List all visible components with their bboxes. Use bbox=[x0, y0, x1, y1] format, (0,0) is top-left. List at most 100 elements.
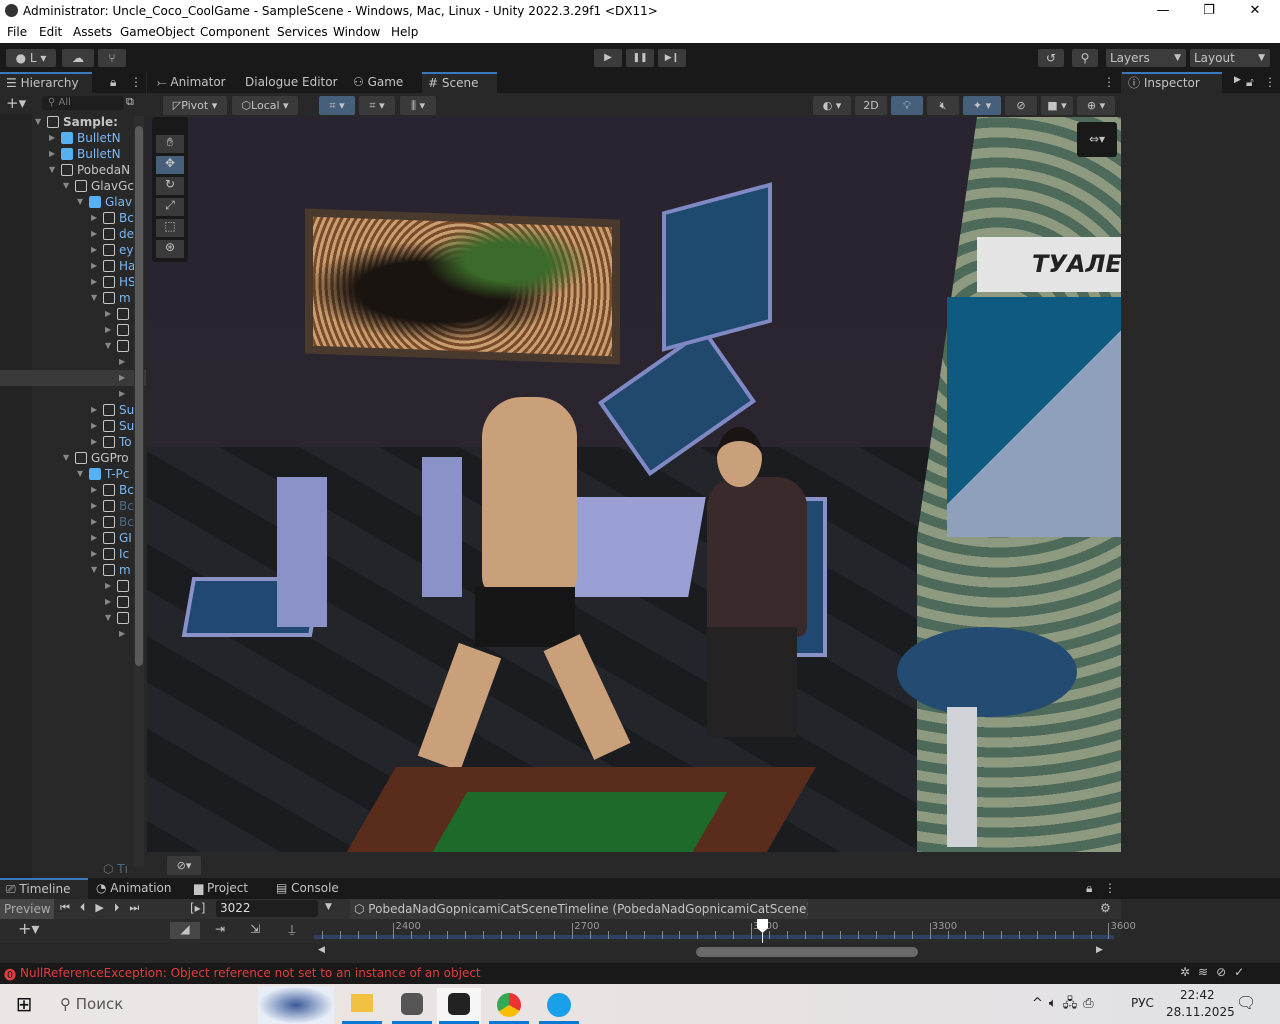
expand-arrow-icon[interactable]: ▼ bbox=[63, 450, 69, 466]
expand-arrow-icon[interactable]: ▶ bbox=[105, 594, 111, 610]
tab-timeline[interactable]: ⎚ Timeline bbox=[0, 878, 88, 899]
hierarchy-item[interactable]: ▼ Glav bbox=[0, 194, 146, 210]
pause-button[interactable]: ❚❚ bbox=[626, 49, 654, 67]
play-button[interactable]: ▶ bbox=[594, 49, 622, 67]
hierarchy-search-input[interactable]: ⚲ All bbox=[42, 96, 124, 110]
add-track-button[interactable]: +▾ bbox=[18, 919, 39, 938]
hierarchy-item[interactable]: ▶ bbox=[0, 386, 146, 402]
expand-arrow-icon[interactable]: ▶ bbox=[91, 226, 97, 242]
2d-toggle[interactable]: 2D bbox=[855, 96, 887, 115]
unity-hub-icon[interactable] bbox=[390, 988, 434, 1024]
more-icon[interactable]: ⋮ bbox=[130, 75, 142, 89]
expand-arrow-icon[interactable]: ▶ bbox=[105, 322, 111, 338]
account-dropdown[interactable]: ● L ▾ bbox=[6, 49, 56, 67]
app-icon[interactable] bbox=[537, 988, 581, 1024]
timeline-dropdown[interactable]: ▼ bbox=[325, 902, 332, 912]
menu-component[interactable]: Component bbox=[200, 25, 270, 39]
notifications-icon[interactable]: 🗨︎ bbox=[1236, 993, 1256, 1012]
hierarchy-item[interactable]: ▶ Bc bbox=[0, 210, 146, 226]
tab-project[interactable]: ▆ Project bbox=[188, 878, 254, 899]
frame-input[interactable]: 3022 bbox=[216, 900, 318, 917]
replace-mode-icon[interactable]: ⇲ bbox=[240, 922, 270, 936]
hierarchy-item[interactable]: ▶ To bbox=[0, 434, 146, 450]
layers-dropdown[interactable]: Layers ▼ bbox=[1106, 49, 1186, 67]
start-button[interactable]: ⊞ bbox=[0, 984, 48, 1024]
expand-arrow-icon[interactable]: ▶ bbox=[105, 578, 111, 594]
tab-animator[interactable]: ⤚ Animator bbox=[151, 72, 232, 93]
more-icon[interactable]: ⋮ bbox=[1264, 75, 1276, 89]
hierarchy-item[interactable]: ▶ Bc bbox=[0, 514, 146, 530]
scene-viewport[interactable]: ТУАЛЕТ ✋︎ ✥ ↻ ⤢ ⬚ ⊛ ⇔▾ bbox=[147, 117, 1121, 852]
hierarchy-item[interactable]: ▼ m bbox=[0, 562, 146, 578]
tab-game[interactable]: ⚇ Game bbox=[347, 72, 409, 93]
menu-edit[interactable]: Edit bbox=[39, 25, 62, 39]
expand-arrow-icon[interactable]: ▼ bbox=[49, 162, 55, 178]
version-control-icon[interactable]: ⑂ bbox=[98, 49, 126, 67]
rect-tool[interactable]: ⬚ bbox=[156, 219, 184, 237]
menu-assets[interactable]: Assets bbox=[73, 25, 112, 39]
hierarchy-item[interactable]: ▶ Ha bbox=[0, 258, 146, 274]
hierarchy-item[interactable]: ▼ m bbox=[0, 290, 146, 306]
maximize-button[interactable]: ❐ bbox=[1186, 0, 1232, 22]
expand-arrow-icon[interactable]: ▼ bbox=[63, 178, 69, 194]
hierarchy-item[interactable]: ▼ PobedaN bbox=[0, 162, 146, 178]
expand-arrow-icon[interactable]: ▶ bbox=[91, 402, 97, 418]
expand-arrow-icon[interactable]: ▶ bbox=[91, 418, 97, 434]
menu-window[interactable]: Window bbox=[333, 25, 380, 39]
expand-arrow-icon[interactable]: ▶ bbox=[91, 514, 97, 530]
hierarchy-item[interactable]: ▼ T-Pc bbox=[0, 466, 146, 482]
playhead[interactable] bbox=[757, 919, 769, 943]
search-icon[interactable]: ⚲ bbox=[1072, 49, 1098, 67]
expand-arrow-icon[interactable]: ▶ bbox=[91, 546, 97, 562]
close-button[interactable]: ✕ bbox=[1232, 0, 1278, 22]
tab-hierarchy[interactable]: ☰ Hierarchy bbox=[0, 72, 92, 93]
timeline-ruler[interactable]: 24002700300033003600 bbox=[314, 919, 1136, 943]
lock-icon[interactable]: 🔒︎ bbox=[110, 75, 116, 90]
hierarchy-item[interactable]: ▼ bbox=[0, 338, 146, 354]
timeline-scrollbar[interactable]: ◀ ▶ bbox=[314, 945, 1114, 960]
hierarchy-item[interactable]: ▶ GI bbox=[0, 530, 146, 546]
lighting-toggle[interactable]: 💡︎ bbox=[891, 96, 923, 115]
add-button[interactable]: +▾ bbox=[6, 94, 26, 112]
expand-arrow-icon[interactable]: ▶ bbox=[119, 370, 125, 386]
hierarchy-item[interactable]: ▶ HS bbox=[0, 274, 146, 290]
pin-icon[interactable]: ⍊ bbox=[282, 922, 302, 937]
audio-toggle[interactable]: 🔇︎ bbox=[927, 96, 959, 115]
tab-console[interactable]: ▤ Console bbox=[270, 878, 345, 899]
tab-dialogue-editor[interactable]: Dialogue Editor bbox=[239, 72, 344, 93]
hierarchy-item[interactable]: ▶ BulletN bbox=[0, 130, 146, 146]
expand-arrow-icon[interactable]: ▼ bbox=[91, 290, 97, 306]
expand-arrow-icon[interactable]: ▶ bbox=[119, 626, 125, 642]
hierarchy-item[interactable]: ▼ Sample: bbox=[0, 114, 146, 130]
expand-arrow-icon[interactable]: ▼ bbox=[91, 562, 97, 578]
lock-icon[interactable]: 🔓︎ bbox=[1246, 75, 1254, 90]
language-indicator[interactable]: РУС bbox=[1131, 996, 1154, 1010]
menu-file[interactable]: File bbox=[7, 25, 27, 39]
expand-arrow-icon[interactable]: ▶ bbox=[91, 242, 97, 258]
hand-tool[interactable]: ✋︎ bbox=[156, 135, 184, 153]
hierarchy-last-item[interactable]: ⬡ Tı bbox=[103, 862, 128, 876]
more-icon[interactable]: ⋮ bbox=[1104, 881, 1116, 895]
gear-icon[interactable]: ⚙ bbox=[1100, 901, 1111, 915]
grid-snap-button[interactable]: ⌗ ▾ bbox=[319, 96, 355, 115]
chrome-icon[interactable] bbox=[487, 988, 531, 1024]
menu-help[interactable]: Help bbox=[391, 25, 418, 39]
expand-arrow-icon[interactable]: ▶ bbox=[91, 482, 97, 498]
gizmos-dropdown[interactable]: ⊕ ▾ bbox=[1077, 96, 1115, 115]
clock-time[interactable]: 22:42 bbox=[1180, 988, 1215, 1002]
local-dropdown[interactable]: ⬡Local ▾ bbox=[232, 96, 298, 115]
view-options-overlay[interactable]: ⇔▾ bbox=[1077, 122, 1117, 157]
expand-arrow-icon[interactable]: ▶ bbox=[91, 530, 97, 546]
hierarchy-item[interactable]: ▶ bbox=[0, 322, 146, 338]
expand-arrow-icon[interactable]: ▶ bbox=[91, 274, 97, 290]
step-button[interactable]: ▶❙ bbox=[658, 49, 686, 67]
preview-toggle[interactable]: Preview bbox=[0, 899, 54, 919]
expand-arrow-icon[interactable]: ▶ bbox=[119, 354, 125, 370]
hierarchy-item[interactable]: ▼ GlavGc bbox=[0, 178, 146, 194]
menu-services[interactable]: Services bbox=[277, 25, 328, 39]
visibility-toggle[interactable]: ⊘ bbox=[1005, 96, 1037, 115]
expand-arrow-icon[interactable]: ▶ bbox=[119, 386, 125, 402]
play-range-button[interactable]: [▸] bbox=[190, 901, 205, 915]
menu-gameobject[interactable]: GameObject bbox=[120, 25, 195, 39]
hierarchy-item[interactable]: ▶ bbox=[0, 626, 146, 642]
